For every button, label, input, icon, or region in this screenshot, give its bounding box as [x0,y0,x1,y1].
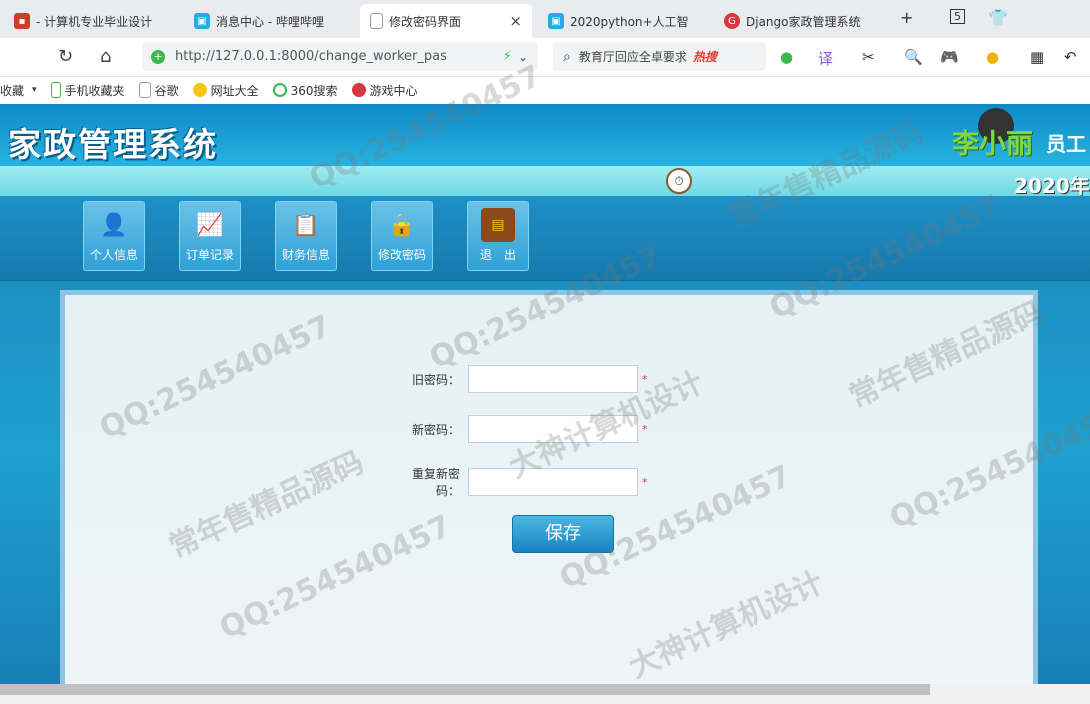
bookmark-360-search[interactable]: 360搜索 [272,82,338,99]
user-lock-icon: 🔒 [388,212,416,238]
required-mark: * [642,372,648,386]
bookmark-google[interactable]: 谷歌 [138,82,179,99]
system-title: 家政管理系统 [8,125,218,164]
tab-label: Django家政管理系统 [746,14,861,29]
tab-django-system[interactable]: G Django家政管理系统 [724,4,874,38]
game-center-icon [351,83,366,97]
nav-order-records[interactable]: 📈 订单记录 [179,201,241,271]
tab-label: 修改密码界面 [389,14,462,29]
new-password-row: 新密码： * [390,415,648,443]
new-password-label: 新密码： [411,422,460,437]
required-mark: * [642,422,648,436]
url-text: http://127.0.0.1:8000/change_worker_pas [175,49,447,64]
required-mark: * [642,475,648,489]
tab-count-button[interactable]: 5 [950,9,965,24]
save-button[interactable]: 保存 [512,515,614,553]
coin-icon[interactable]: ● [986,48,999,66]
page-icon [138,82,151,98]
folder-red-icon: ▪ [14,13,30,29]
g-logo-icon: G [724,13,740,29]
secure-shield-icon: + [151,49,165,64]
grid-menu-icon[interactable]: ▦ [1030,48,1044,66]
app-header: 家政管理系统 李小丽 员工 [0,104,1090,166]
page-icon [370,13,383,29]
nav-finance-info[interactable]: 📋 财务信息 [275,201,337,271]
exit-door-icon: ▤ [481,208,515,242]
chart-icon: 📈 [196,212,224,238]
nav-change-password[interactable]: 🔒 修改密码 [371,201,433,271]
zoom-icon[interactable]: 🔍 [904,48,923,66]
info-strip [0,166,1090,196]
nav-logout[interactable]: ▤ 退 出 [467,201,529,271]
hot-search-badge: 热搜 [692,50,717,64]
reload-icon[interactable]: ↻ [58,46,73,67]
date-text: 2020年0 [1014,174,1090,198]
bookmark-url-directory[interactable]: 网址大全 [192,82,259,99]
browser-tab-bar: ▪ - 计算机专业毕业设计 ▣ 消息中心 - 哔哩哔哩 修改密码界面 × ▣ 2… [0,0,1090,38]
compass-icon [192,83,207,97]
reader-icon[interactable]: ● [780,48,793,66]
bookmark-mobile[interactable]: 手机收藏夹 [50,82,125,99]
nav-label: 财务信息 [281,248,330,262]
repeat-password-input[interactable] [468,468,638,496]
tab-message-center[interactable]: ▣ 消息中心 - 哔哩哔哩 [194,4,344,38]
game-icon[interactable]: 🎮 [940,48,959,66]
bilibili-icon: ▣ [194,13,210,29]
bookmarks-bar: 收藏 ▾ 手机收藏夹 谷歌 网址大全 360搜索 游戏中心 [0,77,1090,103]
tab-python-ai[interactable]: ▣ 2020python+人工智 [548,4,708,38]
user-icon: 👤 [100,212,128,238]
tab-change-password[interactable]: 修改密码界面 × [360,4,532,38]
url-field[interactable]: + http://127.0.0.1:8000/change_worker_pa… [142,42,538,71]
translate-icon[interactable]: 译 [818,48,833,69]
clock-icon: ⏱ [666,168,692,194]
main-nav: 👤 个人信息 📈 订单记录 📋 财务信息 🔒 修改密码 ▤ 退 出 [0,196,1090,281]
lightning-icon[interactable]: ⚡ [503,49,512,64]
old-password-label: 旧密码： [411,372,460,387]
home-icon[interactable]: ⌂ [100,46,111,67]
new-password-input[interactable] [468,415,638,443]
bilibili-icon: ▣ [548,13,564,29]
bookmark-game-center[interactable]: 游戏中心 [351,82,418,99]
search-icon: ⌕ [563,48,571,65]
nav-label: 修改密码 [377,248,426,262]
tab-label: - 计算机专业毕业设计 [36,14,153,29]
nav-label: 退 出 [479,248,516,262]
close-tab-icon[interactable]: × [509,12,522,30]
undo-icon[interactable]: ↶ [1064,48,1077,66]
repeat-password-row: 重复新密码： * [390,465,648,499]
clipboard-icon: 📋 [292,212,320,238]
phone-icon [50,82,61,98]
old-password-row: 旧密码： * [390,365,648,393]
user-name: 李小丽 [952,129,1033,160]
repeat-password-label: 重复新密码： [411,467,460,498]
shirt-icon[interactable]: 👕 [988,8,1008,27]
scissors-icon[interactable]: ✂ [862,48,875,66]
tab-graduation-design[interactable]: ▪ - 计算机专业毕业设计 [14,4,174,38]
new-tab-button[interactable]: + [900,8,913,27]
nav-label: 个人信息 [89,248,138,262]
search-text: 教育厅回应全卓要求 [578,50,687,64]
app-page: 家政管理系统 李小丽 员工 ⏱ 2020年0 👤 个人信息 📈 订单记录 📋 财… [0,104,1090,689]
tab-label: 消息中心 - 哔哩哔哩 [216,14,324,29]
horizontal-scrollbar-thumb[interactable] [0,684,930,695]
nav-label: 订单记录 [185,248,234,262]
search-field[interactable]: ⌕ 教育厅回应全卓要求 热搜 [553,42,766,71]
nav-personal-info[interactable]: 👤 个人信息 [83,201,145,271]
chevron-down-icon: ▾ [32,85,37,95]
tab-label: 2020python+人工智 [570,14,689,29]
bookmark-favorites[interactable]: 收藏 ▾ [0,82,37,99]
chevron-down-icon[interactable]: ⌄ [518,50,528,64]
address-bar-row: ↻ ⌂ + http://127.0.0.1:8000/change_worke… [0,38,1090,77]
search-360-icon [272,83,287,97]
old-password-input[interactable] [468,365,638,393]
user-role: 员工 [1046,132,1086,156]
